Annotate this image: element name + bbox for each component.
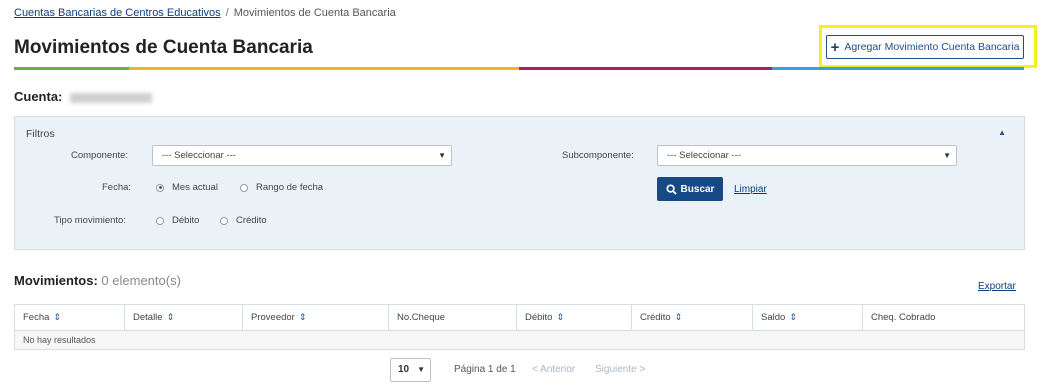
fecha-label: Fecha: <box>102 182 132 193</box>
tipo-radio-debito[interactable]: Débito <box>156 215 199 226</box>
sort-icon: ⇕ <box>166 312 175 322</box>
page-title: Movimientos de Cuenta Bancaria <box>14 37 313 58</box>
breadcrumb-separator: / <box>225 7 229 19</box>
componente-select-value: --- Seleccionar --- <box>162 150 236 161</box>
column-header-debito[interactable]: Débito ⇕ <box>517 305 632 330</box>
movimientos-count: 0 elemento(s) <box>101 273 181 288</box>
componente-label: Componente: <box>71 150 129 161</box>
fecha-option-rango: Rango de fecha <box>256 182 324 193</box>
column-label: Detalle <box>133 312 163 323</box>
page-size-select[interactable]: 10 ▼ <box>390 358 431 382</box>
breadcrumb-current: Movimientos de Cuenta Bancaria <box>233 7 396 19</box>
filters-title: Filtros <box>26 128 55 140</box>
fecha-option-mes-actual: Mes actual <box>172 182 218 193</box>
movimientos-title: Movimientos: <box>14 273 98 288</box>
page-info: Página 1 de 1 <box>454 364 516 375</box>
cuenta-number-redacted <box>70 92 153 103</box>
pagination: 10 ▼ Página 1 de 1 < Anterior Siguiente … <box>0 358 1046 382</box>
fecha-radio-rango[interactable]: Rango de fecha <box>240 182 323 193</box>
column-header-no-cheque: No.Cheque <box>389 305 517 330</box>
cuenta-heading: Cuenta: <box>14 89 153 104</box>
accent-segment-magenta <box>519 67 772 70</box>
radio-unselected-icon <box>156 216 164 225</box>
column-label: No.Cheque <box>397 312 446 323</box>
accent-segment-green <box>14 67 129 70</box>
plus-icon: + <box>830 38 840 56</box>
breadcrumb-link-cuentas[interactable]: Cuentas Bancarias de Centros Educativos <box>14 7 221 19</box>
add-movimiento-button[interactable]: + Agregar Movimiento Cuenta Bancaria <box>826 35 1024 59</box>
exportar-link[interactable]: Exportar <box>978 281 1016 292</box>
tipo-option-credito: Crédito <box>236 215 267 226</box>
radio-unselected-icon <box>240 183 248 192</box>
column-header-detalle[interactable]: Detalle ⇕ <box>125 305 243 330</box>
fecha-radio-mes-actual[interactable]: Mes actual <box>156 182 218 193</box>
subcomponente-select-value: --- Seleccionar --- <box>667 150 741 161</box>
column-header-saldo[interactable]: Saldo ⇕ <box>753 305 863 330</box>
componente-select[interactable]: --- Seleccionar --- ▼ <box>152 145 452 166</box>
column-header-cheq-cobrado: Cheq. Cobrado <box>863 305 1024 330</box>
sort-icon: ⇕ <box>556 312 565 322</box>
column-header-credito[interactable]: Crédito ⇕ <box>632 305 753 330</box>
subcomponente-select[interactable]: --- Seleccionar --- ▼ <box>657 145 957 166</box>
add-movimiento-label: Agregar Movimiento Cuenta Bancaria <box>844 41 1020 53</box>
movimientos-table: Fecha ⇕ Detalle ⇕ Proveedor ⇕ No.Cheque Déb… <box>14 304 1025 350</box>
previous-page-link[interactable]: < Anterior <box>532 364 575 375</box>
radio-selected-icon <box>156 183 164 192</box>
column-label: Fecha <box>23 312 50 323</box>
accent-color-bar <box>14 67 1024 70</box>
limpiar-link[interactable]: Limpiar <box>734 184 767 195</box>
cuenta-label: Cuenta: <box>14 89 63 104</box>
column-label: Cheq. Cobrado <box>871 312 936 323</box>
next-page-link[interactable]: Siguiente > <box>595 364 645 375</box>
column-label: Crédito <box>640 312 671 323</box>
accent-segment-blue <box>772 67 1024 70</box>
accent-segment-yellow <box>129 67 519 70</box>
caret-down-icon: ▼ <box>438 151 446 160</box>
breadcrumb: Cuentas Bancarias de Centros Educativos /… <box>14 7 396 19</box>
table-header: Fecha ⇕ Detalle ⇕ Proveedor ⇕ No.Cheque Déb… <box>15 305 1024 331</box>
sort-icon: ⇕ <box>298 312 307 322</box>
filters-panel: Filtros ▲ Componente: --- Seleccionar --… <box>14 116 1025 250</box>
page-size-value: 10 <box>398 364 410 375</box>
chevron-up-icon[interactable]: ▲ <box>998 128 1006 137</box>
buscar-button[interactable]: Buscar <box>657 177 723 201</box>
buscar-label: Buscar <box>680 183 715 195</box>
empty-row: No hay resultados <box>15 331 1024 349</box>
movimientos-heading: Movimientos: 0 elemento(s) <box>14 273 181 288</box>
caret-down-icon: ▼ <box>943 151 951 160</box>
sort-icon: ⇕ <box>789 312 797 322</box>
radio-unselected-icon <box>220 216 228 225</box>
sort-icon: ⇕ <box>53 312 61 322</box>
column-label: Débito <box>525 312 553 323</box>
sort-icon: ⇕ <box>674 312 683 322</box>
subcomponente-label: Subcomponente: <box>562 150 634 161</box>
tipo-radio-credito[interactable]: Crédito <box>220 215 267 226</box>
caret-down-icon: ▼ <box>417 365 425 374</box>
column-label: Proveedor <box>251 312 295 323</box>
tipo-option-debito: Débito <box>172 215 200 226</box>
search-icon <box>666 183 677 195</box>
column-header-proveedor[interactable]: Proveedor ⇕ <box>243 305 389 330</box>
column-label: Saldo <box>761 312 786 323</box>
column-header-fecha[interactable]: Fecha ⇕ <box>15 305 125 330</box>
tipo-movimiento-label: Tipo movimiento: <box>54 215 126 226</box>
